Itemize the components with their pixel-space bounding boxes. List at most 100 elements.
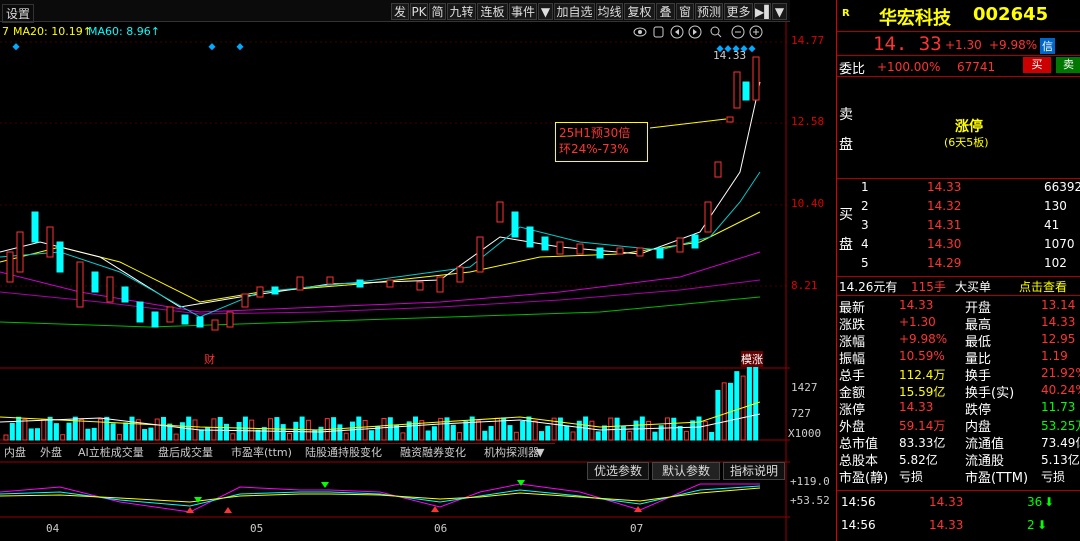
toolbar-tab[interactable]: 连板 bbox=[477, 3, 508, 20]
date-axis-label: 06 bbox=[434, 522, 448, 535]
date-axis-label: 04 bbox=[46, 522, 60, 535]
quote-label: 市盈(TTM) bbox=[965, 471, 1029, 486]
quote-value: 11.73 bbox=[1041, 400, 1076, 414]
default-params-button[interactable]: 默认参数 bbox=[652, 462, 720, 480]
toolbar-tab[interactable]: ▼ bbox=[538, 3, 553, 20]
quote-label: 市盈(静) bbox=[839, 471, 889, 486]
stock-change: +1.30 bbox=[945, 38, 982, 52]
price-axis-label: 8.21 bbox=[791, 279, 818, 292]
indicator-axis-label: +53.52 bbox=[790, 494, 830, 507]
indicator-tab[interactable]: 盘后成交量 bbox=[158, 445, 213, 460]
indicator-tab[interactable]: 内盘 bbox=[4, 445, 26, 460]
indicator-tab[interactable]: 机构探测器 bbox=[484, 445, 539, 460]
optimal-params-button[interactable]: 优选参数 bbox=[587, 462, 649, 480]
toolbar-tab[interactable]: 叠 bbox=[656, 3, 675, 20]
indicator-tab[interactable]: AI立桩成交量 bbox=[78, 445, 144, 460]
sell-button[interactable]: 卖 bbox=[1056, 57, 1080, 73]
limit-up-title: 涨停 bbox=[955, 119, 983, 135]
bid-price: 14.31 bbox=[927, 218, 962, 232]
indicator-axis-label: +119.0 bbox=[790, 475, 830, 488]
volume-axis-label: 1427 bbox=[791, 381, 818, 394]
big-order-vol: 115手 bbox=[911, 280, 946, 294]
buy-side-label: 买 盘 bbox=[839, 207, 853, 253]
quote-value: 亏损 bbox=[1041, 470, 1066, 484]
indicator-tab[interactable]: 融资融券变化 bbox=[400, 445, 466, 460]
toolbar-tab[interactable]: 复权 bbox=[624, 3, 655, 20]
sell-side-label: 卖 盘 bbox=[839, 107, 853, 153]
quote-value: 5.13亿 bbox=[1041, 453, 1080, 467]
event-limitup-marker[interactable]: 模涨 bbox=[741, 351, 763, 367]
indicator-tab[interactable]: 外盘 bbox=[40, 445, 62, 460]
toolbar-tab[interactable]: 九转 bbox=[447, 3, 476, 20]
tick-volume: 2 bbox=[1027, 518, 1035, 532]
toolbar-tab[interactable]: ▼ bbox=[772, 3, 787, 20]
toolbar-tab[interactable]: PK bbox=[410, 3, 428, 20]
big-order-price: 14.26元有 bbox=[839, 280, 898, 294]
toolbar-tab[interactable]: 均线 bbox=[596, 3, 623, 20]
price-axis-label: 12.58 bbox=[791, 115, 825, 128]
toolbar-tab[interactable]: 加自选 bbox=[554, 3, 595, 20]
quote-value: 5.82亿 bbox=[899, 453, 938, 467]
toolbar-tab[interactable]: 事件 bbox=[509, 3, 537, 20]
toolbar-tab[interactable]: 更多 bbox=[724, 3, 753, 20]
toolbar-tab[interactable]: 窗 bbox=[676, 3, 694, 20]
settings-button[interactable]: 设置 bbox=[2, 4, 35, 23]
quote-value: 12.95 bbox=[1041, 332, 1076, 346]
r-icon: R bbox=[842, 8, 850, 19]
quote-value: 112.4万 bbox=[899, 368, 946, 382]
weibi-label: 委比 bbox=[839, 62, 866, 77]
quote-panel: R 华宏科技 002645 14. 33 +1.30 +9.98% 信 委比 +… bbox=[836, 0, 1080, 541]
big-order-type: 大买单 bbox=[955, 280, 992, 294]
weibi-num: 67741 bbox=[957, 60, 996, 74]
quote-value: 15.59亿 bbox=[899, 385, 946, 399]
event-finance-marker[interactable]: 财 bbox=[204, 351, 215, 367]
quote-value: 亏损 bbox=[899, 470, 924, 484]
volume-axis-label: 727 bbox=[791, 407, 811, 420]
indicator-tab[interactable]: 陆股通持股变化 bbox=[305, 445, 382, 460]
indicator-help-button[interactable]: 指标说明 bbox=[723, 462, 785, 480]
quote-value: 14.33 bbox=[899, 400, 934, 414]
price-axis-label: 10.40 bbox=[791, 197, 825, 210]
buy-button[interactable]: 买 bbox=[1023, 57, 1051, 73]
quote-value: 13.14 bbox=[1041, 298, 1076, 312]
bid-volume: 102 bbox=[1044, 256, 1067, 270]
toolbar-tab[interactable]: ▶▌ bbox=[754, 3, 773, 20]
big-order-view-link[interactable]: 点击查看 bbox=[1019, 278, 1067, 295]
quote-value: +9.98% bbox=[899, 332, 948, 346]
bid-price: 14.32 bbox=[927, 199, 962, 213]
chart-toolbar: 设置 发 PK 简九转 连板 事件 ▼ 加自选 均线 复权叠窗预测 更多 ▶▌ ▼ bbox=[0, 0, 790, 23]
quote-value: 73.49亿 bbox=[1041, 436, 1080, 450]
bid-level: 2 bbox=[861, 199, 869, 213]
stock-change-pct: +9.98% bbox=[989, 38, 1038, 52]
weibi-pct: +100.00% bbox=[877, 60, 941, 74]
stock-name: 华宏科技 bbox=[879, 8, 951, 29]
indicator-tab[interactable]: ▼ bbox=[536, 445, 544, 460]
down-arrow-icon: ⬇ bbox=[1044, 495, 1055, 509]
annotation-line1: 25H1预30倍 bbox=[559, 126, 631, 140]
tick-time: 14:56 bbox=[841, 518, 876, 532]
quote-value: 83.33亿 bbox=[899, 436, 946, 450]
tick-price: 14.33 bbox=[929, 518, 964, 532]
toolbar-tab[interactable]: 简 bbox=[429, 3, 446, 20]
high-price-label: 14.33 bbox=[713, 49, 747, 62]
bid-level: 5 bbox=[861, 256, 869, 270]
quote-value: 10.59% bbox=[899, 349, 945, 363]
price-axis-label: 14.77 bbox=[791, 34, 825, 47]
volume-unit-label: X1000 bbox=[788, 427, 822, 440]
tick-volume: 36 bbox=[1027, 495, 1043, 509]
credit-badge: 信 bbox=[1040, 38, 1055, 54]
date-axis-label: 05 bbox=[250, 522, 264, 535]
quote-value: 14.33 bbox=[1041, 315, 1076, 329]
date-axis-label: 07 bbox=[630, 522, 644, 535]
bid-volume: 130 bbox=[1044, 199, 1067, 213]
indicator-tab[interactable]: 市盈率(ttm) bbox=[231, 445, 292, 460]
stock-price: 14. 33 bbox=[873, 33, 942, 55]
quote-value: 40.24% bbox=[1041, 383, 1080, 397]
quote-value: +1.30 bbox=[899, 315, 936, 329]
bid-level: 1 bbox=[861, 180, 869, 194]
bid-price: 14.30 bbox=[927, 237, 962, 251]
toolbar-tab[interactable]: 预测 bbox=[695, 3, 723, 20]
annotation-box[interactable]: 25H1预30倍 环24%-73% bbox=[555, 122, 648, 162]
toolbar-tab[interactable]: 发 bbox=[391, 3, 409, 20]
stock-code: 002645 bbox=[973, 4, 1049, 25]
